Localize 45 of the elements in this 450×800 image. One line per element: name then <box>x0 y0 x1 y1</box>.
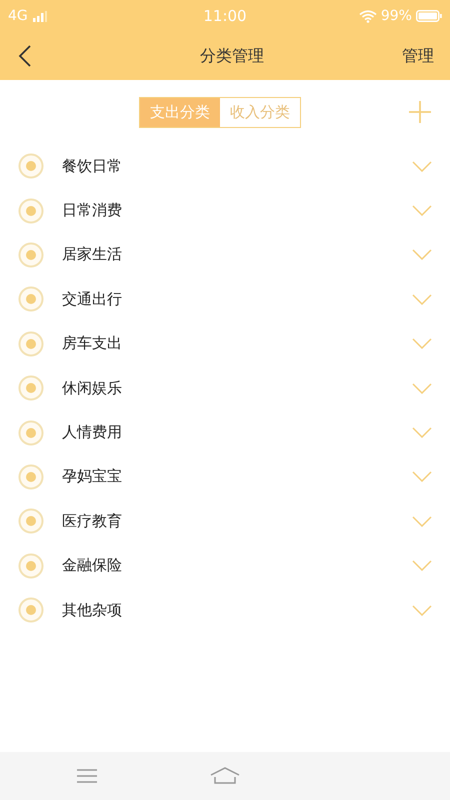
chevron-down-icon[interactable] <box>412 560 432 572</box>
clock-time: 11:00 <box>203 7 247 25</box>
category-icon <box>18 375 44 402</box>
chevron-down-icon[interactable] <box>412 427 432 438</box>
chevron-down-icon[interactable] <box>412 160 432 172</box>
chevron-down-icon[interactable] <box>412 338 432 350</box>
category-name[interactable]: 医疗教育 <box>62 512 412 531</box>
category-icon <box>18 508 44 534</box>
add-icon[interactable] <box>408 100 432 124</box>
category-name[interactable]: 孕妈宝宝 <box>62 467 412 486</box>
home-icon[interactable] <box>209 767 241 785</box>
category-name[interactable]: 人情费用 <box>62 423 412 442</box>
category-name[interactable]: 居家生活 <box>62 245 412 264</box>
chevron-down-icon[interactable] <box>412 604 432 616</box>
chevron-down-icon[interactable] <box>412 382 432 394</box>
category-icon <box>18 597 44 624</box>
chevron-down-icon[interactable] <box>412 249 432 260</box>
category-icon <box>18 330 44 357</box>
category-icon <box>18 420 44 446</box>
category-name[interactable]: 交通出行 <box>62 290 412 309</box>
category-name[interactable]: 日常消费 <box>62 201 412 220</box>
battery-icon <box>416 10 442 22</box>
category-icon <box>18 198 44 224</box>
category-icon <box>18 286 44 312</box>
category-name[interactable]: 房车支出 <box>62 334 412 354</box>
category-name[interactable]: 其他杂项 <box>62 600 412 620</box>
manage-button[interactable]: 管理 <box>402 46 434 66</box>
chevron-down-icon[interactable] <box>412 205 432 216</box>
signal-icon <box>32 10 48 22</box>
category-icon <box>18 153 44 180</box>
category-icon <box>18 242 44 268</box>
category-name[interactable]: 餐饮日常 <box>62 156 412 176</box>
category-icon <box>18 552 44 579</box>
chevron-down-icon[interactable] <box>412 471 432 482</box>
chevron-down-icon[interactable] <box>412 294 432 305</box>
battery-percent: 99% <box>380 8 412 24</box>
menu-icon[interactable] <box>76 768 98 784</box>
wifi-icon <box>358 10 377 22</box>
category-icon <box>18 464 44 490</box>
back-icon[interactable] <box>18 45 32 67</box>
category-name[interactable]: 金融保险 <box>62 556 412 576</box>
page-title: 分类管理 <box>200 46 264 66</box>
chevron-down-icon[interactable] <box>412 516 432 527</box>
category-name[interactable]: 休闲娱乐 <box>62 378 412 398</box>
network-label: 4G <box>8 8 28 24</box>
